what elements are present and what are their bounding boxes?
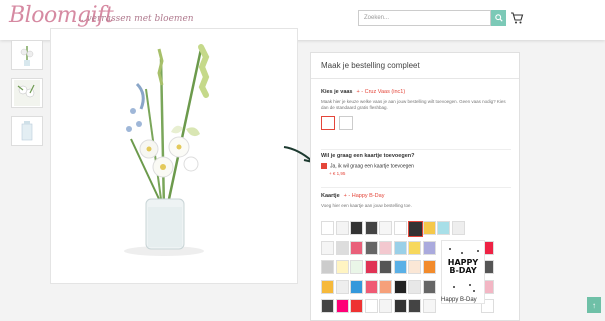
card-option[interactable] (379, 299, 392, 313)
card-option[interactable] (379, 240, 392, 255)
card-option[interactable] (422, 221, 436, 235)
card-option[interactable] (422, 260, 436, 274)
search-button[interactable] (491, 10, 506, 26)
preview-label: Happy B-Day (441, 297, 477, 303)
card-option[interactable] (422, 299, 436, 313)
card-option[interactable] (364, 240, 378, 255)
thumbnail-2[interactable] (11, 78, 43, 108)
card-option[interactable] (408, 221, 423, 237)
add-card-label: Ja, ik wil graag een kaartje toevoegen (330, 163, 414, 170)
card-question-section: Wil je graag een kaartje toevoegen? Ja, … (321, 153, 414, 176)
bouquet-thumb-icon (20, 46, 34, 66)
card-option[interactable] (364, 299, 378, 313)
card-option[interactable] (364, 221, 378, 235)
card-option[interactable] (451, 221, 465, 235)
tagline: ...verrassen met bloemen (78, 14, 194, 24)
card-option[interactable] (335, 279, 349, 294)
card-option[interactable] (393, 299, 407, 313)
card-option[interactable] (408, 279, 421, 294)
card-option[interactable] (350, 299, 363, 313)
card-option[interactable] (321, 299, 334, 313)
card-preview: HAPPY B-DAY (441, 240, 485, 304)
product-image (50, 28, 298, 284)
vase-option-2[interactable] (339, 116, 353, 130)
card-option[interactable] (393, 260, 407, 274)
vase-thumb-icon (21, 121, 33, 141)
vase-heading: Kies je vaas (321, 89, 353, 95)
card-option[interactable] (335, 221, 349, 235)
cart-icon[interactable] (510, 11, 524, 25)
thumbnail-list (11, 40, 43, 154)
card-option[interactable] (350, 221, 363, 235)
card-option[interactable] (408, 299, 421, 313)
kaartje-description: Voeg hier een kaartje aan jouw bestellin… (321, 203, 412, 208)
thumbnail-3[interactable] (11, 116, 43, 146)
card-option[interactable] (379, 260, 392, 274)
vase-option-1[interactable] (321, 116, 335, 130)
card-option[interactable] (408, 240, 421, 255)
card-question-heading: Wil je graag een kaartje toevoegen? (321, 153, 415, 159)
divider (321, 187, 511, 188)
vase-section: Kies je vaas + - Cruz Vaas (inc1) Maak hi… (321, 89, 511, 134)
card-option[interactable] (350, 260, 363, 274)
divider (321, 149, 511, 150)
card-option[interactable] (335, 299, 349, 313)
card-option[interactable] (422, 240, 436, 255)
card-option[interactable] (321, 221, 334, 235)
card-option[interactable] (364, 279, 378, 294)
arrow-up-icon: ↑ (592, 300, 596, 310)
vase-description: Maak hier je keuze welke vaas je aan jou… (321, 99, 506, 110)
card-option[interactable] (321, 279, 334, 294)
card-option[interactable] (393, 221, 407, 235)
search-icon (494, 14, 503, 22)
search-input[interactable]: Zoeken... (358, 10, 491, 26)
card-option[interactable] (437, 221, 450, 235)
card-option[interactable] (321, 240, 334, 255)
vase-selection: + - Cruz Vaas (inc1) (356, 89, 406, 95)
kaartje-section: Kaartje + - Happy B-Day Voeg hier een kaa… (321, 193, 412, 209)
card-price: + € 1,95 (329, 171, 346, 177)
card-option[interactable] (422, 279, 436, 294)
card-option[interactable] (379, 221, 392, 235)
order-panel: Maak je bestelling compleet Kies je vaas… (310, 52, 520, 321)
card-option[interactable] (379, 279, 392, 294)
card-option[interactable] (350, 279, 363, 294)
kaartje-selection: + - Happy B-Day (343, 193, 385, 199)
card-option[interactable] (393, 279, 407, 294)
card-option[interactable] (364, 260, 378, 274)
card-option[interactable] (408, 260, 421, 274)
card-option[interactable] (350, 240, 363, 255)
confetti-icon (449, 248, 479, 292)
card-option[interactable] (321, 260, 334, 274)
bouquet-thumb-icon (14, 80, 40, 106)
thumbnail-1[interactable] (11, 40, 43, 70)
scroll-top-button[interactable]: ↑ (587, 297, 601, 313)
card-option[interactable] (335, 260, 349, 274)
add-card-checkbox[interactable] (321, 163, 327, 169)
panel-title: Maak je bestelling compleet (311, 53, 519, 79)
bouquet-image (124, 44, 210, 256)
kaartje-heading: Kaartje (321, 193, 340, 199)
card-option[interactable] (335, 240, 349, 255)
card-option[interactable] (393, 240, 407, 255)
